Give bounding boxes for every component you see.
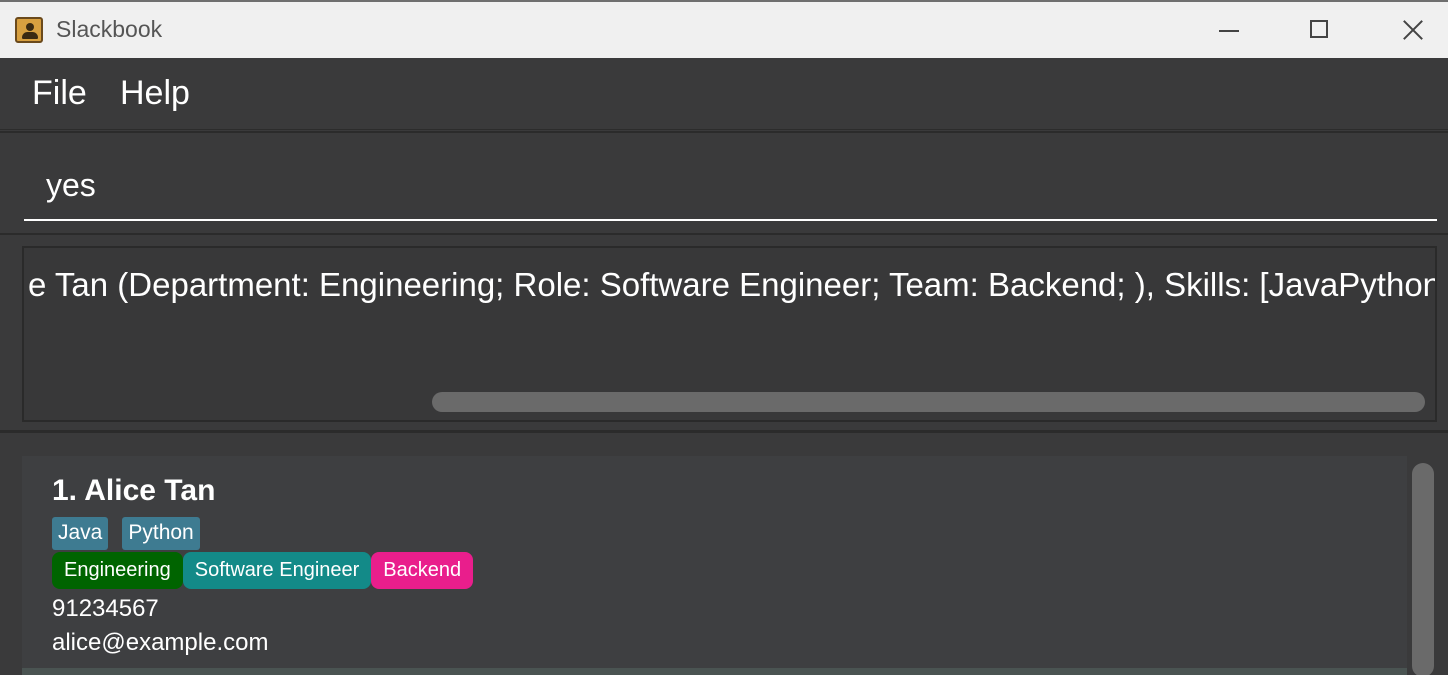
window-title: Slackbook	[56, 16, 163, 42]
address-book-icon	[15, 17, 43, 43]
person-name: 1. Alice Tan	[52, 474, 216, 507]
command-input[interactable]	[24, 151, 1437, 221]
app-window: Slackbook File Help e Tan (Department: E…	[0, 0, 1448, 675]
result-display[interactable]: e Tan (Department: Engineering; Role: So…	[22, 246, 1437, 422]
minimize-icon	[1219, 30, 1239, 32]
horizontal-scrollbar[interactable]	[432, 392, 1425, 412]
menu-bar: File Help	[0, 58, 1448, 130]
result-panel: e Tan (Department: Engineering; Role: So…	[0, 236, 1448, 433]
role-tags: Engineering Software Engineer Backend	[52, 552, 474, 589]
skill-tags: Java Python	[52, 517, 200, 550]
title-bar[interactable]: Slackbook	[0, 2, 1448, 58]
team-tag: Backend	[371, 552, 474, 589]
person-phone: 91234567	[52, 595, 159, 622]
command-panel	[0, 131, 1448, 235]
menu-file[interactable]: File	[32, 74, 87, 113]
skill-tag: Python	[122, 517, 200, 550]
skill-tag: Java	[52, 517, 109, 550]
close-button[interactable]	[1366, 2, 1448, 58]
maximize-button[interactable]	[1274, 2, 1364, 58]
minimize-button[interactable]	[1184, 2, 1274, 58]
role-tag: Software Engineer	[182, 552, 372, 589]
vertical-scrollbar[interactable]	[1412, 463, 1434, 675]
maximize-icon	[1310, 20, 1328, 38]
person-email: alice@example.com	[52, 629, 269, 656]
menu-help[interactable]: Help	[120, 74, 190, 113]
result-text: e Tan (Department: Engineering; Role: So…	[28, 266, 1437, 303]
department-tag: Engineering	[52, 552, 183, 589]
person-list-panel: 1. Alice Tan Java Python Engineering Sof…	[0, 436, 1448, 675]
next-card-edge	[22, 668, 1407, 675]
person-card[interactable]: 1. Alice Tan Java Python Engineering Sof…	[22, 456, 1407, 675]
